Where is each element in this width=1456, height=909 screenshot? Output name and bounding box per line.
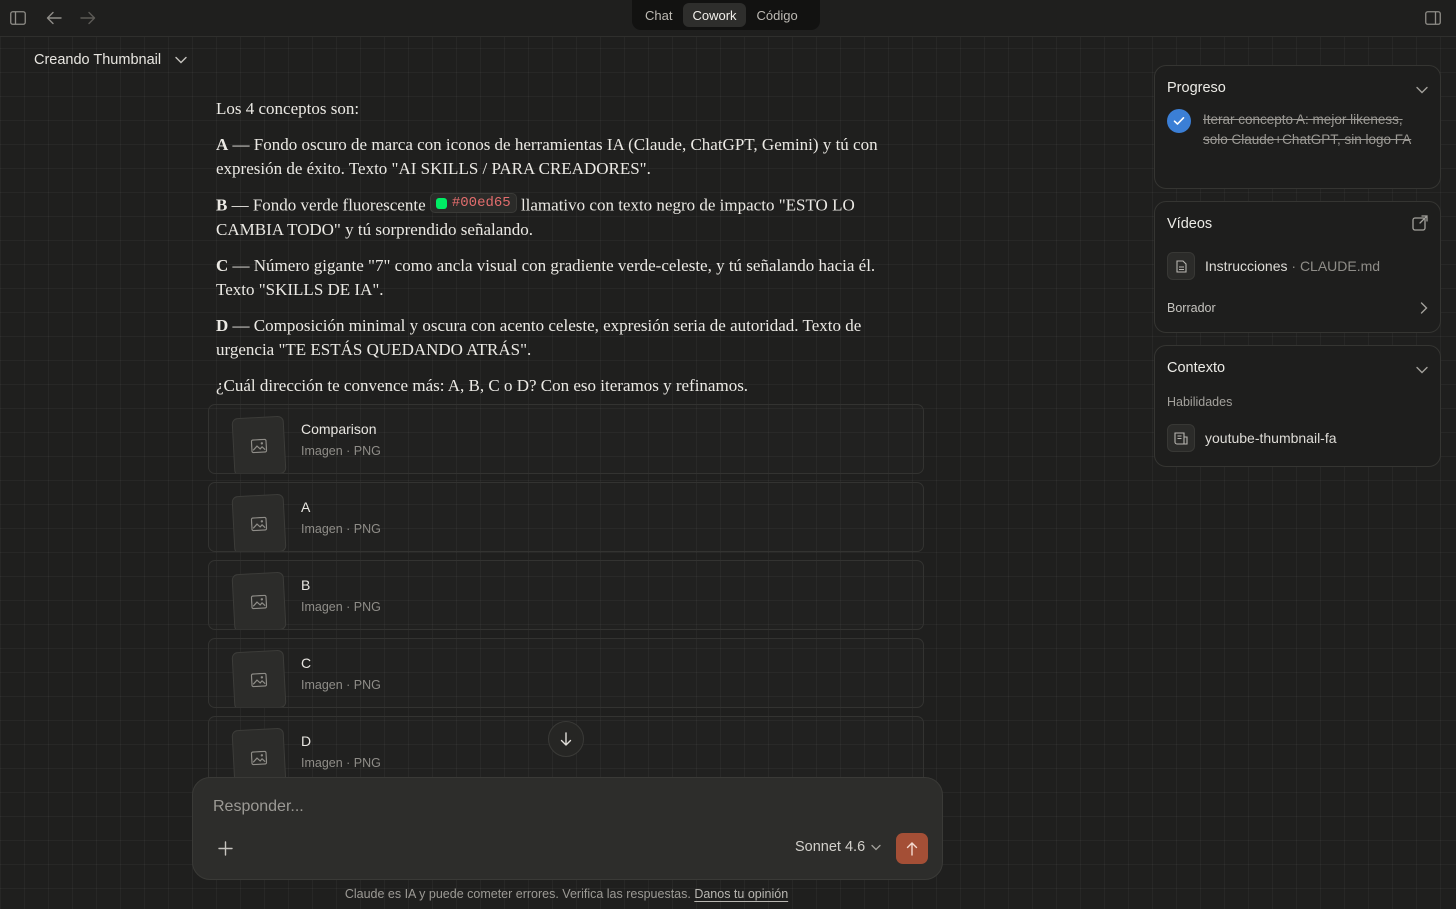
image-icon <box>231 571 287 629</box>
context-title: Contexto <box>1167 360 1226 376</box>
concept-c: C — Número gigante "7" como ancla visual… <box>216 255 876 299</box>
tab-codigo[interactable]: Código <box>748 3 807 27</box>
conversation-title-dropdown[interactable]: Creando Thumbnail <box>34 52 187 68</box>
progress-panel: Progreso Iterar concepto A: mejor likene… <box>1154 65 1441 189</box>
scroll-down-button[interactable] <box>548 721 584 757</box>
attachment-name: B <box>301 577 311 593</box>
send-button[interactable] <box>896 833 928 864</box>
completed-task: Iterar concepto A: mejor likeness, solo … <box>1203 112 1412 147</box>
top-bar: Chat Cowork Código <box>0 0 1456 37</box>
back-arrow-icon[interactable] <box>42 6 66 30</box>
tab-cowork[interactable]: Cowork <box>683 3 746 27</box>
context-panel: Contexto Habilidades youtube-thumbnail-f… <box>1154 345 1441 467</box>
sidebar-toggle-icon[interactable] <box>6 6 30 30</box>
videos-panel: Vídeos Instrucciones · CLAUDE.md Borrado… <box>1154 201 1441 333</box>
image-icon <box>231 493 287 551</box>
color-code-chip: #00ed65 <box>429 193 517 213</box>
attachment-meta: Imagen · PNG <box>301 444 381 458</box>
add-attachment-button[interactable] <box>213 836 237 860</box>
attachment-card[interactable]: B Imagen · PNG <box>208 560 924 630</box>
forward-arrow-icon[interactable] <box>76 6 100 30</box>
chevron-down-icon[interactable] <box>1416 361 1428 379</box>
tab-chat[interactable]: Chat <box>636 3 681 27</box>
plus-icon <box>217 840 233 856</box>
image-icon <box>231 649 287 707</box>
chevron-down-icon <box>175 52 187 68</box>
conversation-title: Creando Thumbnail <box>34 52 162 68</box>
assistant-message: Los 4 conceptos son: A — Fondo oscuro de… <box>216 97 906 410</box>
concept-a: A — Fondo oscuro de marca con iconos de … <box>216 135 878 178</box>
document-icon <box>1167 252 1195 280</box>
attachment-meta: Imagen · PNG <box>301 678 381 692</box>
model-selector[interactable]: Sonnet 4.6 <box>795 839 881 855</box>
arrow-up-icon <box>906 841 918 856</box>
chevron-down-icon <box>871 844 881 850</box>
videos-title: Vídeos <box>1167 216 1213 232</box>
model-name: Sonnet 4.6 <box>795 839 866 855</box>
arrow-down-icon <box>560 732 572 746</box>
check-icon <box>1167 109 1191 133</box>
concept-d: D — Composición minimal y oscura con ace… <box>216 315 862 359</box>
attachment-name: D <box>301 733 312 749</box>
message-question: ¿Cuál dirección te convence más: A, B, C… <box>216 375 749 395</box>
attachment-name: Comparison <box>301 421 377 437</box>
skills-label: Habilidades <box>1167 395 1233 409</box>
skill-item[interactable]: youtube-thumbnail-fa <box>1205 430 1337 446</box>
instructions-file[interactable]: Instrucciones · CLAUDE.md <box>1205 258 1380 274</box>
color-code: #00ed65 <box>451 195 511 211</box>
message-intro: Los 4 conceptos son: <box>216 99 360 118</box>
attachment-card[interactable]: Comparison Imagen · PNG <box>208 404 924 474</box>
color-swatch <box>435 197 447 209</box>
skill-icon <box>1167 424 1195 452</box>
feedback-link[interactable]: Danos tu opinión <box>694 887 788 901</box>
disclaimer: Claude es IA y puede cometer errores. Ve… <box>0 887 1133 901</box>
chevron-right-icon[interactable] <box>1420 301 1428 319</box>
attachment-card[interactable]: C Imagen · PNG <box>208 638 924 708</box>
attachment-name: A <box>301 499 311 515</box>
attachment-meta: Imagen · PNG <box>301 756 381 770</box>
mode-tabs: Chat Cowork Código <box>632 0 820 30</box>
concept-b: B — Fondo verde fluorescente #00ed65 lla… <box>216 193 906 242</box>
attachment-meta: Imagen · PNG <box>301 522 381 536</box>
attachment-name: C <box>301 655 312 671</box>
attachment-meta: Imagen · PNG <box>301 600 381 614</box>
progress-title: Progreso <box>1167 80 1226 96</box>
attachment-card[interactable]: A Imagen · PNG <box>208 482 924 552</box>
external-link-icon[interactable] <box>1412 215 1428 236</box>
disclaimer-text: Claude es IA y puede cometer errores. Ve… <box>344 887 691 901</box>
chevron-down-icon[interactable] <box>1416 81 1428 99</box>
reply-input[interactable] <box>213 798 713 816</box>
image-icon <box>231 415 287 473</box>
right-panel-toggle-icon[interactable] <box>1421 6 1445 30</box>
draft-label[interactable]: Borrador <box>1167 301 1216 315</box>
composer: Sonnet 4.6 <box>192 777 943 880</box>
